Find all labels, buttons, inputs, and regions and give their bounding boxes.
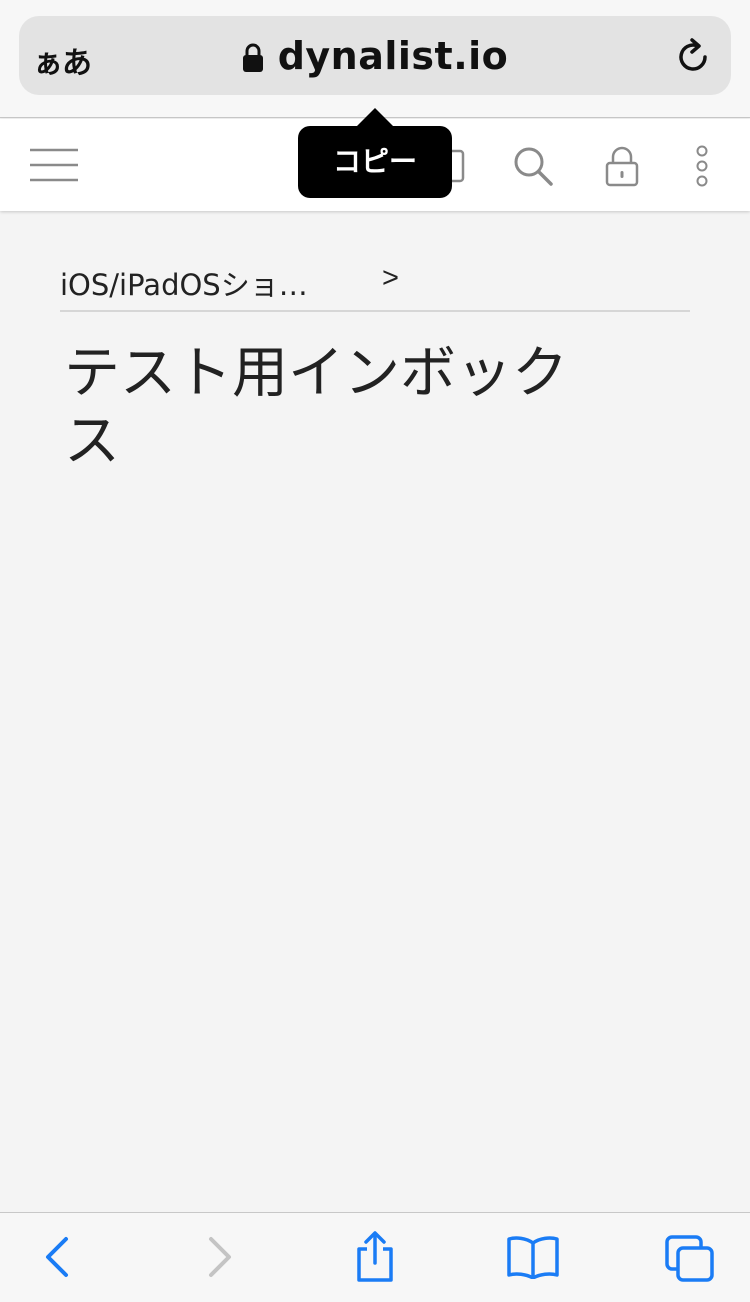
breadcrumb-separator: > xyxy=(382,262,399,294)
tooltip-arrow xyxy=(357,108,393,126)
tabs-icon[interactable] xyxy=(665,1235,715,1288)
breadcrumb-parent-link[interactable]: iOS/iPadOSショ… xyxy=(60,262,308,304)
url-text: dynalist.io xyxy=(277,34,509,78)
back-icon[interactable] xyxy=(44,1235,72,1284)
copy-button[interactable]: コピー xyxy=(298,126,452,198)
share-icon[interactable] xyxy=(354,1231,396,1288)
url-display[interactable]: dynalist.io xyxy=(19,34,731,82)
padlock-icon[interactable] xyxy=(604,145,640,192)
search-icon[interactable] xyxy=(512,145,554,192)
page: ぁあ dynalist.io コピー iOS/iPadOSショ… > テスト用イ… xyxy=(0,0,750,1302)
breadcrumb: iOS/iPadOSショ… > xyxy=(60,260,690,312)
document-title[interactable]: テスト用インボックス xyxy=(64,340,584,476)
address-bar[interactable]: ぁあ dynalist.io xyxy=(19,16,731,95)
browser-bottom-toolbar xyxy=(0,1212,750,1302)
hamburger-menu-icon[interactable] xyxy=(30,147,80,188)
reload-icon[interactable] xyxy=(677,38,711,81)
lock-icon xyxy=(242,38,264,82)
forward-icon[interactable] xyxy=(205,1235,233,1284)
more-options-icon[interactable] xyxy=(694,145,710,192)
browser-top-bar: ぁあ dynalist.io xyxy=(0,0,750,118)
bookmarks-icon[interactable] xyxy=(506,1235,560,1284)
